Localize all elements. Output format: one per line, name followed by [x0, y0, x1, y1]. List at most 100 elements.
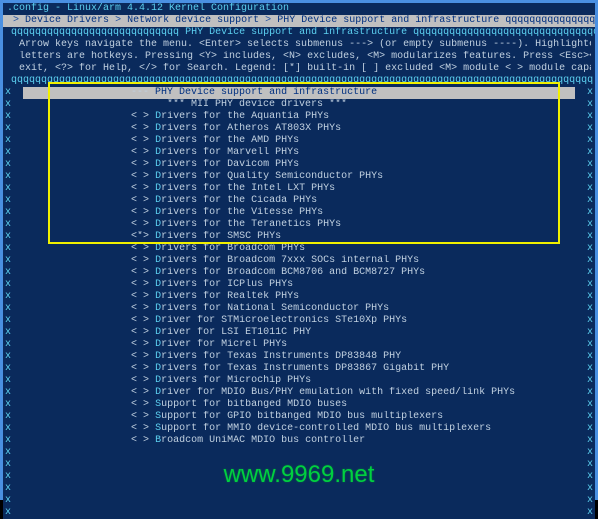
- menu-item[interactable]: x < > Drivers for Broadcom PHYsx: [3, 243, 595, 255]
- menu-item[interactable]: x < > Drivers for the Teranetics PHYsx: [3, 219, 595, 231]
- menu-item[interactable]: x < > Driver for STMicroelectronics STe1…: [3, 315, 595, 327]
- menu-item[interactable]: x < > Drivers for Broadcom 7xxx SOCs int…: [3, 255, 595, 267]
- menu-item-body: < > Drivers for Quality Semiconductor PH…: [23, 171, 575, 183]
- menu-list[interactable]: x --- PHY Device support and infrastruct…: [3, 87, 595, 519]
- menu-item-body: < > Drivers for the AMD PHYs: [23, 135, 575, 147]
- menu-item[interactable]: x x: [3, 447, 595, 459]
- border-char: x: [575, 363, 593, 375]
- menu-item[interactable]: x < > Support for MMIO device-controlled…: [3, 423, 595, 435]
- border-char: x: [5, 327, 23, 339]
- menu-item[interactable]: x < > Drivers for Microchip PHYsx: [3, 375, 595, 387]
- menu-item-body: <*> Drivers for SMSC PHYs: [23, 231, 575, 243]
- border-char: x: [575, 339, 593, 351]
- menu-item[interactable]: x < > Support for bitbanged MDIO busesx: [3, 399, 595, 411]
- border-char: x: [5, 291, 23, 303]
- border-char: x: [5, 111, 23, 123]
- border-char: x: [575, 495, 593, 507]
- border-char: x: [5, 447, 23, 459]
- menu-item-body: < > Driver for MDIO Bus/PHY emulation wi…: [23, 387, 575, 399]
- border-char: x: [5, 351, 23, 363]
- menu-item-body: < > Driver for LSI ET1011C PHY: [23, 327, 575, 339]
- menu-item[interactable]: x < > Driver for LSI ET1011C PHYx: [3, 327, 595, 339]
- border-char: x: [5, 243, 23, 255]
- menu-item[interactable]: x < > Drivers for Broadcom BCM8706 and B…: [3, 267, 595, 279]
- border-char: x: [575, 99, 593, 111]
- menu-item-body: [23, 507, 575, 519]
- border-char: x: [575, 507, 593, 519]
- border-char: x: [5, 435, 23, 447]
- menu-item[interactable]: x < > Support for GPIO bitbanged MDIO bu…: [3, 411, 595, 423]
- border-char: x: [5, 171, 23, 183]
- border-char: x: [5, 135, 23, 147]
- menu-item[interactable]: x < > Broadcom UniMAC MDIO bus controlle…: [3, 435, 595, 447]
- menu-item-body: < > Drivers for Texas Instruments DP8386…: [23, 363, 575, 375]
- menu-item[interactable]: x < > Driver for MDIO Bus/PHY emulation …: [3, 387, 595, 399]
- border-char: x: [575, 231, 593, 243]
- menu-item[interactable]: x *** MII PHY device drivers ***x: [3, 99, 595, 111]
- box-top-border: qqqqqqqqqqqqqqqqqqqqqqqqqqqq PHY Device …: [3, 27, 595, 39]
- border-char: x: [575, 423, 593, 435]
- menu-item-body: < > Support for bitbanged MDIO buses: [23, 399, 575, 411]
- border-char: x: [575, 471, 593, 483]
- border-char: x: [575, 447, 593, 459]
- border-char: x: [5, 411, 23, 423]
- menu-item[interactable]: x < > Drivers for Texas Instruments DP83…: [3, 363, 595, 375]
- border-char: x: [575, 207, 593, 219]
- menu-item-body: *** MII PHY device drivers ***: [23, 99, 575, 111]
- menu-item[interactable]: x < > Drivers for the Vitesse PHYsx: [3, 207, 595, 219]
- menu-item[interactable]: x < > Drivers for the Aquantia PHYsx: [3, 111, 595, 123]
- menu-item[interactable]: x < > Drivers for Atheros AT803X PHYsx: [3, 123, 595, 135]
- menu-item-body: < > Driver for Micrel PHYs: [23, 339, 575, 351]
- menu-item-body: < > Drivers for National Semiconductor P…: [23, 303, 575, 315]
- border-char: x: [5, 471, 23, 483]
- menu-item[interactable]: x < > Drivers for the AMD PHYsx: [3, 135, 595, 147]
- menu-item[interactable]: x --- PHY Device support and infrastruct…: [3, 87, 595, 99]
- border-char: x: [5, 315, 23, 327]
- menu-item-body: < > Drivers for ICPlus PHYs: [23, 279, 575, 291]
- border-char: x: [575, 291, 593, 303]
- border-char: x: [5, 123, 23, 135]
- menu-item[interactable]: x < > Drivers for Texas Instruments DP83…: [3, 351, 595, 363]
- menu-item-body: [23, 447, 575, 459]
- border-char: x: [575, 147, 593, 159]
- border-char: x: [5, 375, 23, 387]
- border-char: x: [5, 483, 23, 495]
- menu-item[interactable]: x < > Drivers for Realtek PHYsx: [3, 291, 595, 303]
- border-char: x: [575, 411, 593, 423]
- border-char: x: [575, 483, 593, 495]
- menu-item-body: < > Drivers for Broadcom BCM8706 and BCM…: [23, 267, 575, 279]
- border-char: x: [575, 351, 593, 363]
- border-char: x: [575, 159, 593, 171]
- inner-box-top: qqqqqqqqqqqqqqqqqqqqqqqqqqqqqqqqqqqqqqqq…: [3, 75, 595, 87]
- border-char: x: [5, 183, 23, 195]
- menu-item-body: < > Drivers for Broadcom 7xxx SOCs inter…: [23, 255, 575, 267]
- border-char: x: [575, 87, 593, 99]
- menu-item[interactable]: x < > Drivers for Marvell PHYsx: [3, 147, 595, 159]
- border-char: x: [5, 423, 23, 435]
- menu-item[interactable]: x <*> Drivers for SMSC PHYsx: [3, 231, 595, 243]
- menu-item[interactable]: x < > Drivers for the Cicada PHYsx: [3, 195, 595, 207]
- menu-item-body: [23, 495, 575, 507]
- border-char: x: [575, 171, 593, 183]
- menu-item[interactable]: x < > Drivers for the Intel LXT PHYsx: [3, 183, 595, 195]
- border-char: x: [575, 387, 593, 399]
- menu-item-body: < > Drivers for the Cicada PHYs: [23, 195, 575, 207]
- breadcrumb: > Device Drivers > Network device suppor…: [3, 15, 595, 27]
- menu-item-body: < > Support for MMIO device-controlled M…: [23, 423, 575, 435]
- border-char: x: [5, 147, 23, 159]
- border-char: x: [5, 99, 23, 111]
- menu-item-body: < > Drivers for Atheros AT803X PHYs: [23, 123, 575, 135]
- border-char: x: [5, 495, 23, 507]
- menu-item[interactable]: x < > Driver for Micrel PHYsx: [3, 339, 595, 351]
- menu-item-body: < > Drivers for Texas Instruments DP8384…: [23, 351, 575, 363]
- menu-item[interactable]: x < > Drivers for Quality Semiconductor …: [3, 171, 595, 183]
- border-char: x: [5, 231, 23, 243]
- menu-item[interactable]: x < > Drivers for ICPlus PHYsx: [3, 279, 595, 291]
- border-char: x: [5, 363, 23, 375]
- border-char: x: [575, 255, 593, 267]
- menu-item[interactable]: x < > Drivers for National Semiconductor…: [3, 303, 595, 315]
- menu-item[interactable]: x x: [3, 507, 595, 519]
- menu-item[interactable]: x < > Drivers for Davicom PHYsx: [3, 159, 595, 171]
- menu-item-body: < > Drivers for Davicom PHYs: [23, 159, 575, 171]
- menu-item[interactable]: x x: [3, 495, 595, 507]
